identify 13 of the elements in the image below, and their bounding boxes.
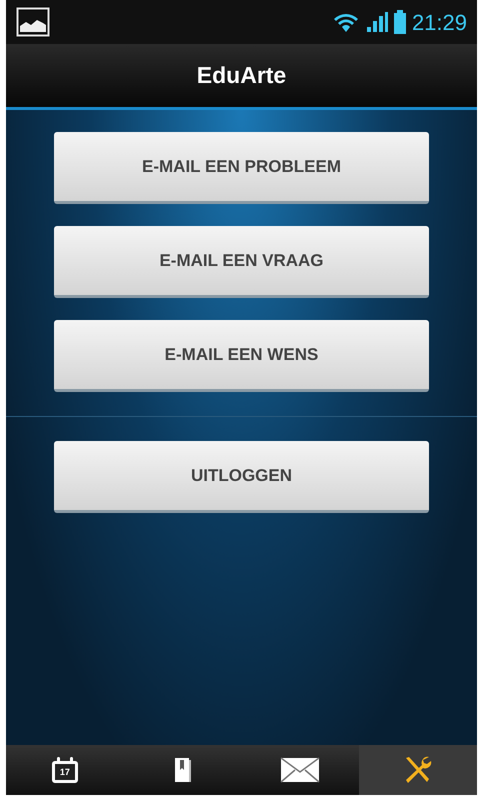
wifi-icon xyxy=(332,11,360,33)
book-icon xyxy=(172,756,193,784)
clock: 21:29 xyxy=(412,8,467,36)
battery-icon xyxy=(394,10,406,34)
menu-button[interactable]: E-MAIL EEN PROBLEEM xyxy=(54,132,429,204)
menu-button[interactable]: UITLOGGEN xyxy=(54,441,429,513)
image-icon xyxy=(16,7,50,37)
menu-button[interactable]: E-MAIL EEN VRAAG xyxy=(54,226,429,298)
app-title: EduArte xyxy=(196,61,286,90)
menu-button[interactable]: E-MAIL EEN WENS xyxy=(54,320,429,392)
envelope-icon xyxy=(280,757,320,783)
signal-icon xyxy=(366,11,388,33)
nav-tab[interactable] xyxy=(359,745,477,795)
